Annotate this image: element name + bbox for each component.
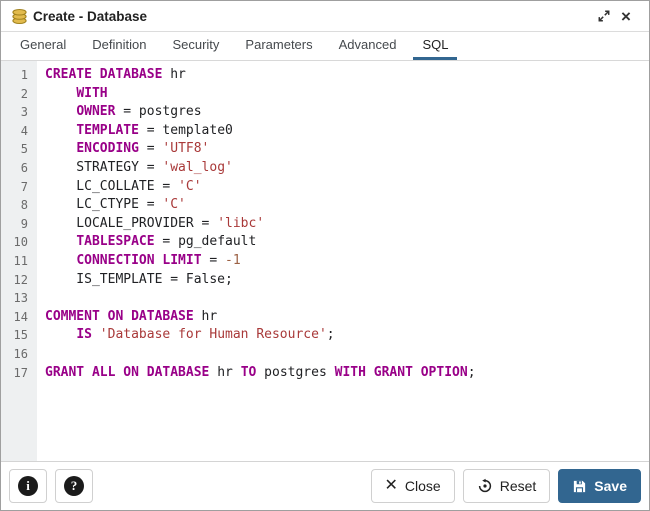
tab-advanced[interactable]: Advanced — [330, 32, 406, 60]
maximize-button[interactable] — [593, 5, 615, 27]
line-number: 1 — [1, 66, 37, 85]
tab-parameters[interactable]: Parameters — [236, 32, 321, 60]
code-line: 1CREATE DATABASE hr — [1, 66, 649, 85]
tab-sql[interactable]: SQL — [413, 32, 457, 60]
code-line: 11 CONNECTION LIMIT = -1 — [1, 252, 649, 271]
code-line: 12 IS_TEMPLATE = False; — [1, 271, 649, 290]
close-button[interactable]: ✕ Close — [371, 469, 455, 503]
code-line: 14COMMENT ON DATABASE hr — [1, 308, 649, 327]
code-line-text: GRANT ALL ON DATABASE hr TO postgres WIT… — [37, 364, 476, 383]
code-line: 13 — [1, 289, 649, 308]
code-line-text: TEMPLATE = template0 — [37, 122, 233, 141]
close-dialog-button[interactable]: × — [615, 5, 637, 27]
tab-bar: General Definition Security Parameters Advan… — [1, 32, 649, 61]
code-line: 17GRANT ALL ON DATABASE hr TO postgres W… — [1, 364, 649, 383]
line-number: 17 — [1, 364, 37, 383]
maximize-icon — [597, 9, 611, 23]
database-icon — [11, 8, 28, 25]
line-number: 16 — [1, 345, 37, 364]
code-line-text: COMMENT ON DATABASE hr — [37, 308, 217, 327]
code-line: 5 ENCODING = 'UTF8' — [1, 140, 649, 159]
code-line: 9 LOCALE_PROVIDER = 'libc' — [1, 215, 649, 234]
close-icon: × — [621, 8, 631, 25]
create-database-dialog: Create - Database × General Definition Sec… — [0, 0, 650, 511]
line-number: 2 — [1, 85, 37, 104]
code-line-text: TABLESPACE = pg_default — [37, 233, 256, 252]
reset-button[interactable]: Reset — [463, 469, 551, 503]
code-line: 16 — [1, 345, 649, 364]
line-number: 5 — [1, 140, 37, 159]
code-line-text: ENCODING = 'UTF8' — [37, 140, 209, 159]
code-line-text: STRATEGY = 'wal_log' — [37, 159, 233, 178]
save-button[interactable]: Save — [558, 469, 641, 503]
close-button-icon: ✕ — [385, 478, 398, 494]
dialog-titlebar: Create - Database × — [1, 1, 649, 32]
line-number: 13 — [1, 289, 37, 308]
help-icon: ? — [64, 476, 84, 496]
close-button-label: Close — [405, 478, 441, 494]
code-line-text: LOCALE_PROVIDER = 'libc' — [37, 215, 264, 234]
line-number: 15 — [1, 326, 37, 345]
save-icon — [572, 479, 587, 494]
line-number: 12 — [1, 271, 37, 290]
save-button-label: Save — [594, 478, 627, 494]
line-number: 10 — [1, 233, 37, 252]
code-line: 4 TEMPLATE = template0 — [1, 122, 649, 141]
reset-icon — [477, 478, 493, 494]
code-line: 15 IS 'Database for Human Resource'; — [1, 326, 649, 345]
tab-general[interactable]: General — [11, 32, 75, 60]
line-number: 8 — [1, 196, 37, 215]
reset-button-label: Reset — [500, 478, 537, 494]
dialog-footer: i ? ✕ Close Reset Save — [1, 461, 649, 510]
tab-security[interactable]: Security — [163, 32, 228, 60]
code-line-text: WITH — [37, 85, 108, 104]
line-number: 4 — [1, 122, 37, 141]
info-icon: i — [18, 476, 38, 496]
code-line: 10 TABLESPACE = pg_default — [1, 233, 649, 252]
code-line-text: CREATE DATABASE hr — [37, 66, 186, 85]
help-button[interactable]: ? — [55, 469, 93, 503]
line-number: 11 — [1, 252, 37, 271]
info-button[interactable]: i — [9, 469, 47, 503]
code-line-text: LC_CTYPE = 'C' — [37, 196, 186, 215]
line-number: 6 — [1, 159, 37, 178]
code-line-text: LC_COLLATE = 'C' — [37, 178, 202, 197]
code-line: 7 LC_COLLATE = 'C' — [1, 178, 649, 197]
code-line: 2 WITH — [1, 85, 649, 104]
code-line-text — [37, 289, 53, 308]
line-number: 14 — [1, 308, 37, 327]
code-line-text — [37, 345, 53, 364]
code-line-text: CONNECTION LIMIT = -1 — [37, 252, 241, 271]
code-line-text: IS 'Database for Human Resource'; — [37, 326, 335, 345]
line-number: 9 — [1, 215, 37, 234]
code-line: 6 STRATEGY = 'wal_log' — [1, 159, 649, 178]
sql-code-editor[interactable]: 1CREATE DATABASE hr2 WITH3 OWNER = postg… — [1, 61, 649, 461]
code-line-text: OWNER = postgres — [37, 103, 202, 122]
line-number: 3 — [1, 103, 37, 122]
code-line: 8 LC_CTYPE = 'C' — [1, 196, 649, 215]
code-line: 3 OWNER = postgres — [1, 103, 649, 122]
line-number: 7 — [1, 178, 37, 197]
tab-definition[interactable]: Definition — [83, 32, 155, 60]
code-line-text: IS_TEMPLATE = False; — [37, 271, 233, 290]
dialog-title: Create - Database — [33, 9, 147, 24]
